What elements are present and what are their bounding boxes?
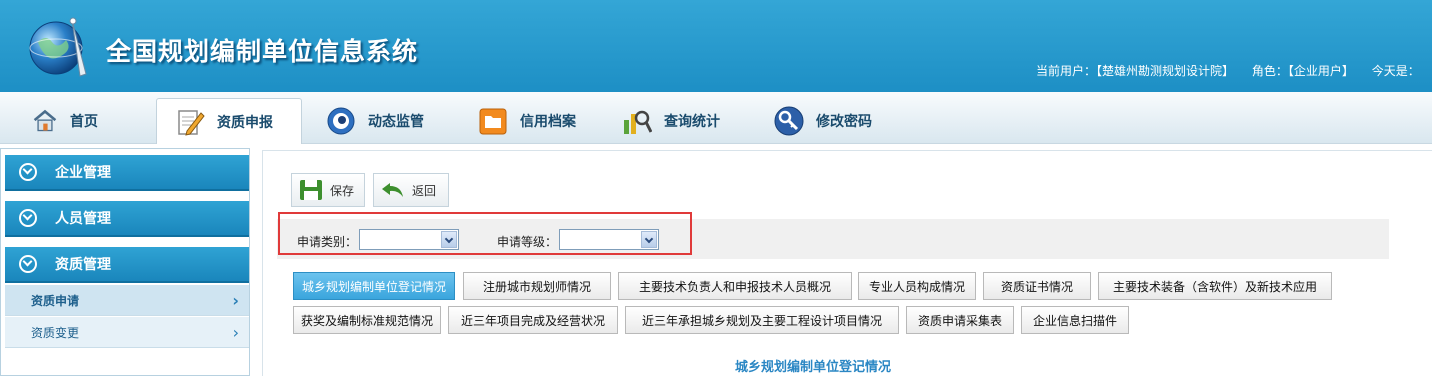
return-arrow-icon [382,183,403,197]
app-header: 全国规划编制单位信息系统 当前用户：【楚雄州勘测规划设计院】 角色：【企业用户】… [0,0,1432,92]
tab-label: 资质申请采集表 [917,313,1002,328]
sidebar-item-qualification-change[interactable]: 资质变更 › [5,317,249,348]
back-label: 返回 [412,183,437,198]
tab-label: 主要技术负责人和申报技术人员概况 [638,279,831,294]
home-icon [33,109,57,132]
sidebar-group-qualification[interactable]: 资质管理 [5,247,249,283]
tab-professional-composition[interactable]: 专业人员构成情况 [858,272,976,300]
expand-circle-icon [19,255,37,273]
tab-registered-planners[interactable]: 注册城市规划师情况 [463,272,611,300]
nav-change-password[interactable]: 修改密码 [774,98,872,144]
sidebar-group-label: 企业管理 [55,165,111,181]
today-label: 今天是： [1371,64,1420,78]
nav-credit-label: 信用档案 [520,114,576,130]
nav-home-label: 首页 [70,114,98,130]
edit-icon [178,109,205,136]
tab-projects-undertaken[interactable]: 近三年承担城乡规划及主要工程设计项目情况 [625,306,899,334]
chevron-right-icon: › [232,323,239,342]
tab-certificates[interactable]: 资质证书情况 [983,272,1091,300]
nav-qualification-apply[interactable]: 资质申报 [156,98,302,144]
main-nav: 首页 资质申报 动态监管 信用档案 查询统计 修改密码 [0,92,1432,144]
tab-label: 近三年承担城乡规划及主要工程设计项目情况 [641,313,882,328]
sidebar-group-enterprise[interactable]: 企业管理 [5,155,249,191]
system-title: 全国规划编制单位信息系统 [106,37,419,66]
folder-icon [479,108,507,135]
nav-dynamic-monitor[interactable]: 动态监管 [326,98,424,144]
tab-label: 专业人员构成情况 [868,279,965,294]
tab-label: 主要技术装备（含软件）及新技术应用 [1112,279,1317,294]
tab-label: 注册城市规划师情况 [482,279,591,294]
back-button[interactable]: 返回 [373,173,449,207]
tab-label: 企业信息扫描件 [1032,313,1117,328]
sidebar-group-label: 资质管理 [55,257,111,273]
nav-query-stats[interactable]: 查询统计 [622,98,720,144]
nav-qualification-label: 资质申报 [217,114,273,131]
search-stats-icon [624,110,652,134]
expand-circle-icon [19,163,37,181]
nav-password-label: 修改密码 [816,114,872,130]
globe-logo-icon [29,17,87,77]
tab-technical-leaders[interactable]: 主要技术负责人和申报技术人员概况 [618,272,852,300]
highlight-outline [278,212,692,255]
tab-application-form[interactable]: 资质申请采集表 [906,306,1014,334]
save-button[interactable]: 保存 [291,173,365,207]
nav-home[interactable]: 首页 [32,98,98,144]
sidebar-item-qualification-apply[interactable]: 资质申请 › [5,285,249,316]
expand-circle-icon [19,209,37,227]
main-content: 保存 返回 申请类别： 申请等级： 城乡规划编制单位登记情况 注册城市规划师情况… [262,150,1432,376]
save-label: 保存 [330,183,355,198]
key-icon [774,106,804,136]
tab-label: 资质证书情况 [1000,279,1073,294]
sidebar: 企业管理 人员管理 资质管理 资质申请 › 资质变更 › [0,148,250,376]
user-role: 角色：【企业用户】 [1251,64,1354,78]
save-icon [300,180,322,200]
tab-awards-standards[interactable]: 获奖及编制标准规范情况 [293,306,441,334]
sidebar-item-label: 资质申请 [31,293,80,308]
tab-label: 近三年项目完成及经营状况 [460,313,605,328]
nav-credit-archive[interactable]: 信用档案 [478,98,576,144]
monitor-icon [327,107,355,135]
chevron-right-icon: › [232,291,239,310]
sidebar-group-label: 人员管理 [55,211,111,227]
user-info: 当前用户：【楚雄州勘测规划设计院】 角色：【企业用户】 今天是： [1036,62,1432,79]
tab-scans[interactable]: 企业信息扫描件 [1021,306,1129,334]
sidebar-group-personnel[interactable]: 人员管理 [5,201,249,237]
sidebar-item-label: 资质变更 [31,325,80,340]
tab-technical-equipment[interactable]: 主要技术装备（含软件）及新技术应用 [1098,272,1332,300]
tab-project-completion[interactable]: 近三年项目完成及经营状况 [448,306,618,334]
nav-monitor-label: 动态监管 [368,114,424,130]
tab-label: 获奖及编制标准规范情况 [300,313,433,328]
form-title: 城乡规划编制单位登记情况 [734,360,891,375]
tab-label: 城乡规划编制单位登记情况 [301,279,446,294]
current-user: 当前用户：【楚雄州勘测规划设计院】 [1036,64,1235,78]
tab-registration[interactable]: 城乡规划编制单位登记情况 [293,272,455,300]
nav-query-label: 查询统计 [664,114,720,130]
